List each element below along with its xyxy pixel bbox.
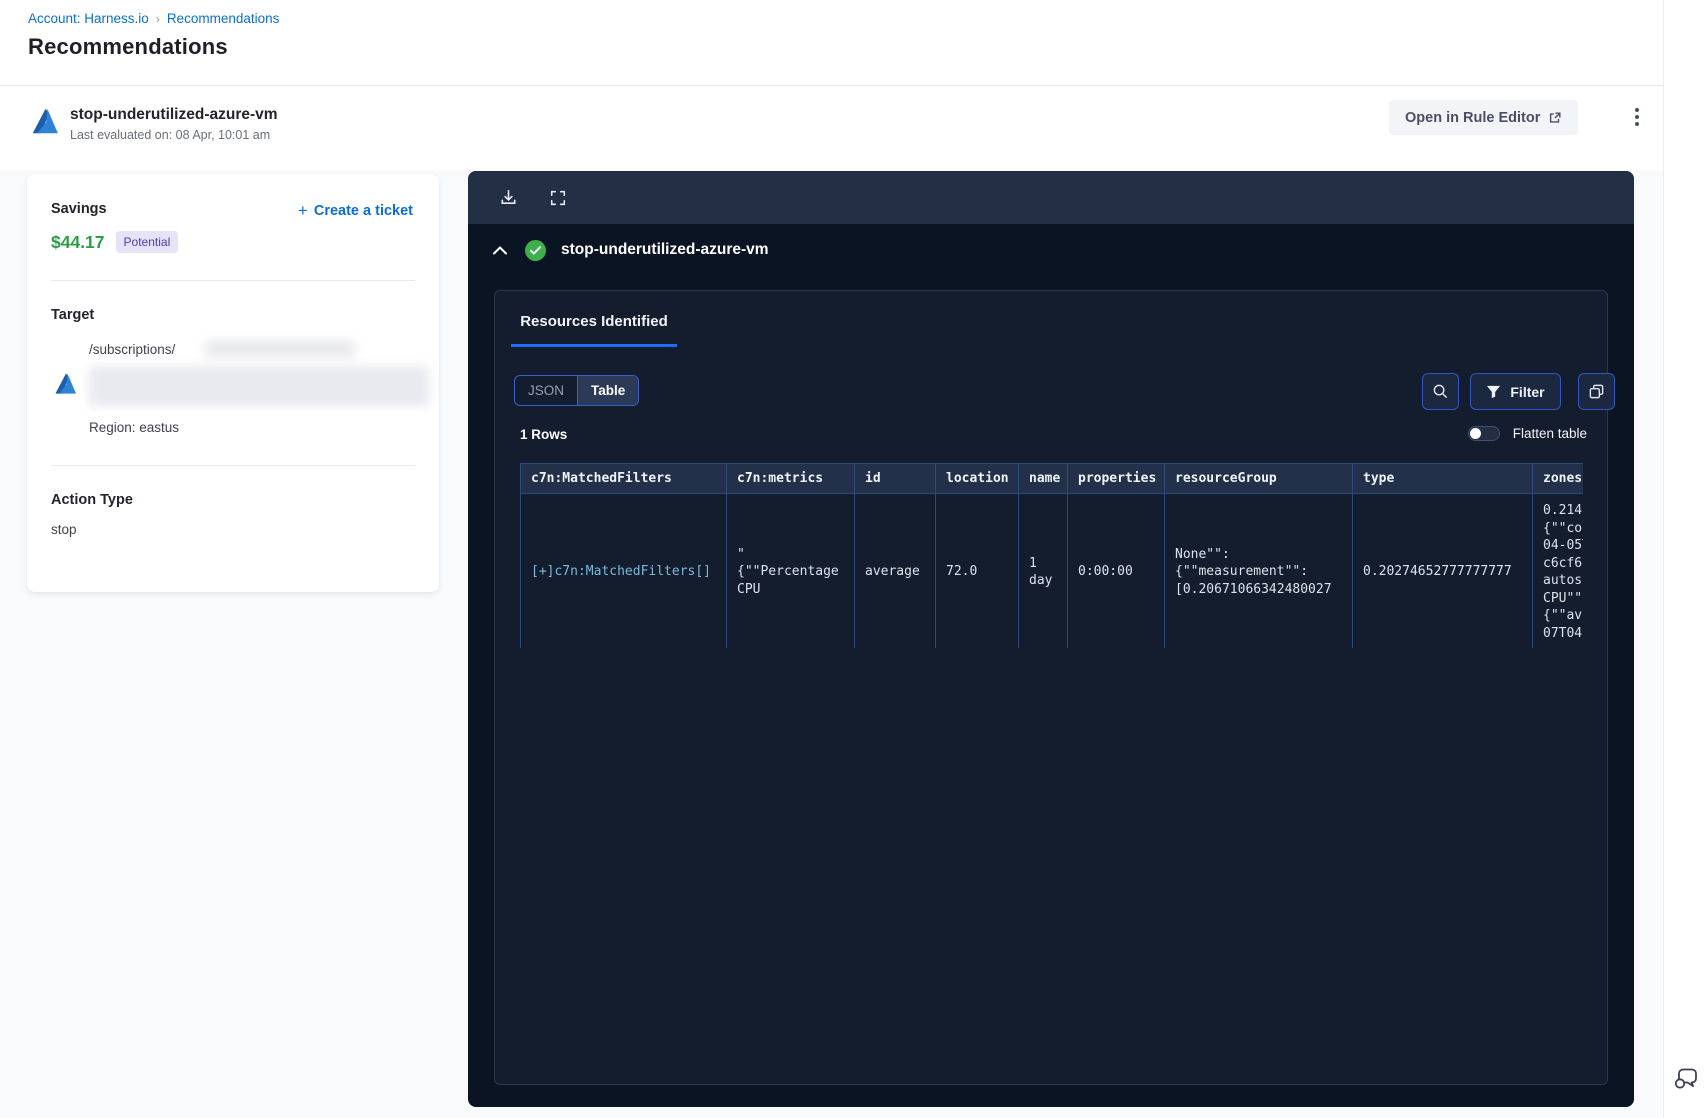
col-header-name: name bbox=[1018, 463, 1068, 494]
flatten-toggle-group: Flatten table bbox=[1467, 426, 1587, 441]
filter-button[interactable]: Filter bbox=[1470, 373, 1561, 410]
copy-icon bbox=[1589, 384, 1604, 399]
breadcrumb-current-link[interactable]: Recommendations bbox=[167, 11, 280, 26]
resources-table: c7n:MatchedFilters c7n:metrics id locati… bbox=[520, 463, 1583, 648]
page-title: Recommendations bbox=[28, 34, 228, 59]
cell-properties: 0:00:00 bbox=[1067, 492, 1165, 648]
chevron-up-icon bbox=[493, 245, 507, 254]
create-ticket-label: Create a ticket bbox=[313, 203, 413, 219]
download-icon bbox=[501, 190, 515, 205]
col-header-type: type bbox=[1352, 463, 1533, 494]
redacted-resource-path bbox=[89, 366, 429, 406]
divider bbox=[51, 280, 415, 281]
region-text: Region: eastus bbox=[89, 420, 180, 435]
rows-count: 1 Rows bbox=[520, 427, 568, 442]
copy-button[interactable] bbox=[1578, 373, 1615, 410]
open-rule-editor-button[interactable]: Open in Rule Editor bbox=[1389, 100, 1579, 135]
col-header-zones: zones bbox=[1532, 463, 1583, 494]
cell-type: 0.20274652777777777 bbox=[1352, 492, 1533, 648]
filter-icon bbox=[1487, 385, 1501, 398]
savings-value: $44.17 bbox=[51, 231, 105, 252]
breadcrumb-separator-icon: › bbox=[155, 11, 160, 26]
success-status-icon bbox=[525, 239, 546, 261]
tab-resources-identified[interactable]: Resources Identified bbox=[511, 313, 677, 347]
savings-row: $44.17 Potential bbox=[51, 231, 179, 253]
more-options-button[interactable] bbox=[1621, 101, 1653, 133]
collapse-button[interactable] bbox=[490, 240, 510, 260]
results-panel: stop-underutilized-azure-vm Resources Id… bbox=[468, 171, 1634, 1107]
flatten-table-label: Flatten table bbox=[1512, 426, 1587, 441]
view-toggle-json[interactable]: JSON bbox=[515, 376, 577, 405]
view-toggle: JSON Table bbox=[514, 375, 640, 406]
azure-logo-icon bbox=[32, 108, 58, 134]
cell-zones: 0.21423 {""cost 04-05T0 c6cf625 autosto … bbox=[1532, 492, 1583, 648]
external-link-icon bbox=[1550, 111, 1561, 123]
table-row: [+]c7n:MatchedFilters[] " {""Percentage … bbox=[520, 492, 1583, 648]
help-chat-button[interactable] bbox=[1671, 1062, 1703, 1094]
fullscreen-icon bbox=[550, 190, 566, 205]
top-bar: Account: Harness.io › Recommendations Re… bbox=[0, 0, 1663, 86]
rule-header: stop-underutilized-azure-vm Last evaluat… bbox=[0, 87, 1663, 170]
results-toolbar bbox=[468, 171, 1634, 224]
cell-matched-filters-expand[interactable]: [+]c7n:MatchedFilters[] bbox=[520, 492, 727, 648]
cell-resource-group: None"": {""measurement"": [0.20671066342… bbox=[1164, 492, 1353, 648]
create-ticket-button[interactable]: + Create a ticket bbox=[298, 201, 413, 221]
action-type-value: stop bbox=[51, 522, 77, 537]
savings-label: Savings bbox=[51, 201, 107, 217]
toggle-knob bbox=[1469, 428, 1481, 439]
chat-bubble-icon bbox=[1674, 1068, 1697, 1089]
redacted-subscription-id bbox=[205, 340, 355, 358]
breadcrumb: Account: Harness.io › Recommendations bbox=[28, 11, 279, 26]
right-gutter bbox=[1663, 0, 1706, 1118]
col-header-location: location bbox=[935, 463, 1019, 494]
savings-potential-badge: Potential bbox=[115, 231, 179, 253]
col-header-metrics: c7n:metrics bbox=[726, 463, 855, 494]
table-controls: JSON Table Filter bbox=[495, 373, 1615, 411]
cell-location: 72.0 bbox=[935, 492, 1019, 648]
breadcrumb-account-link[interactable]: Account: Harness.io bbox=[28, 11, 149, 26]
open-rule-editor-label: Open in Rule Editor bbox=[1405, 109, 1541, 126]
cell-name: 1 day bbox=[1018, 492, 1068, 648]
col-header-properties: properties bbox=[1067, 463, 1165, 494]
table-header-row: c7n:MatchedFilters c7n:metrics id locati… bbox=[520, 463, 1583, 494]
search-button[interactable] bbox=[1422, 373, 1459, 410]
recommendation-detail-page: Account: Harness.io › Recommendations Re… bbox=[0, 0, 1706, 1118]
rule-result-header: stop-underutilized-azure-vm bbox=[468, 224, 1634, 276]
col-header-id: id bbox=[854, 463, 936, 494]
resources-card: Resources Identified JSON Table Filter 1… bbox=[494, 290, 1615, 1085]
azure-icon bbox=[55, 373, 77, 394]
fullscreen-button[interactable] bbox=[543, 183, 573, 213]
col-header-resource-group: resourceGroup bbox=[1164, 463, 1353, 494]
cell-id: average bbox=[854, 492, 936, 648]
view-toggle-table[interactable]: Table bbox=[577, 376, 639, 405]
plus-icon: + bbox=[297, 201, 308, 220]
filter-label: Filter bbox=[1510, 383, 1545, 400]
divider bbox=[51, 465, 415, 466]
flatten-table-toggle[interactable] bbox=[1467, 426, 1500, 441]
summary-card: Savings + Create a ticket $44.17 Potenti… bbox=[27, 174, 439, 592]
resources-table-container[interactable]: c7n:MatchedFilters c7n:metrics id locati… bbox=[520, 463, 1583, 648]
action-type-label: Action Type bbox=[51, 492, 133, 508]
table-meta-row: 1 Rows Flatten table bbox=[495, 424, 1607, 448]
rule-name: stop-underutilized-azure-vm bbox=[70, 106, 278, 123]
search-icon bbox=[1433, 384, 1448, 399]
download-button[interactable] bbox=[493, 183, 523, 213]
target-path: /subscriptions/ bbox=[89, 342, 176, 357]
rule-last-evaluated: Last evaluated on: 08 Apr, 10:01 am bbox=[70, 128, 271, 142]
target-label: Target bbox=[51, 307, 95, 323]
cell-metrics: " {""Percentage CPU bbox=[726, 492, 855, 648]
col-header-matched-filters: c7n:MatchedFilters bbox=[520, 463, 727, 494]
rule-result-title: stop-underutilized-azure-vm bbox=[561, 241, 769, 258]
